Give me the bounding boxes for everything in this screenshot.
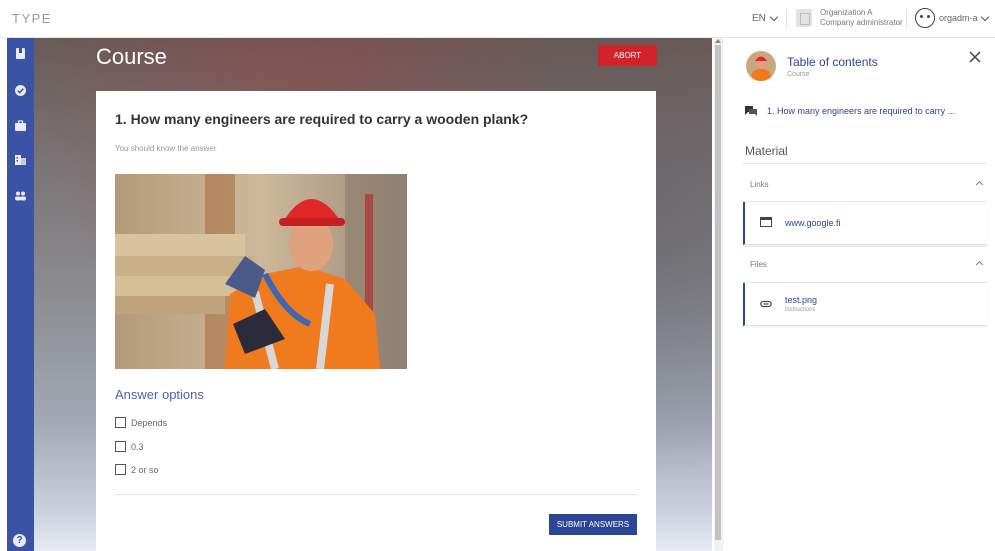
paperclip-icon <box>760 300 772 308</box>
answer-option[interactable]: Depends <box>115 417 167 428</box>
engineer-photo-illustration <box>115 174 407 369</box>
check-circle-icon[interactable] <box>14 84 27 97</box>
chevron-up-icon[interactable] <box>975 180 984 189</box>
language-label: EN <box>752 13 766 24</box>
building-icon[interactable] <box>14 153 27 166</box>
user-name: orgadm-a <box>939 13 978 23</box>
toc-title: Table of contents <box>787 55 878 69</box>
answer-option[interactable]: 0.3 <box>115 441 144 452</box>
toc-item-label: 1. How many engineers are required to ca… <box>767 106 956 116</box>
answer-options-title: Answer options <box>115 387 204 402</box>
section-links-header[interactable]: Links <box>750 180 769 189</box>
question-subtitle: You should know the answer <box>115 144 217 153</box>
question-title: 1. How many engineers are required to ca… <box>115 111 529 127</box>
answer-option-label: 2 or so <box>131 464 159 475</box>
organization-name: Organization A <box>820 8 873 17</box>
engineer-photo <box>115 174 407 369</box>
material-link-item[interactable]: www.google.fi <box>743 202 987 245</box>
answer-option-label: Depends <box>131 417 168 428</box>
checkbox[interactable] <box>115 441 126 452</box>
book-icon[interactable] <box>14 47 27 60</box>
material-file-item[interactable]: test.png instructions <box>743 283 987 326</box>
organization-selector[interactable]: Organization A Company administrator <box>820 8 903 28</box>
question-card: 1. How many engineers are required to ca… <box>96 91 656 551</box>
submit-answers-button[interactable]: SUBMIT ANSWERS <box>549 514 637 535</box>
material-file-label[interactable]: test.png <box>785 295 817 305</box>
briefcase-icon[interactable] <box>14 119 27 132</box>
checkbox[interactable] <box>115 464 126 475</box>
scroll-up-arrow-icon[interactable] <box>715 38 721 44</box>
chevron-down-icon <box>980 12 989 21</box>
answer-option[interactable]: 2 or so <box>115 464 159 475</box>
toc-item-question-1[interactable]: 1. How many engineers are required to ca… <box>745 106 985 116</box>
divider <box>786 9 787 29</box>
user-avatar-icon[interactable] <box>915 8 935 28</box>
brand-logo[interactable]: TYPE <box>12 11 52 26</box>
toc-subtitle: Course <box>787 71 810 78</box>
divider <box>115 494 637 495</box>
organization-role: Company administrator <box>820 18 903 27</box>
answer-option-label: 0.3 <box>131 441 144 452</box>
course-avatar <box>746 51 776 81</box>
chevron-down-icon <box>769 12 779 22</box>
user-menu[interactable]: orgadm-a <box>939 12 989 23</box>
top-bar: TYPE EN Organization A Company administr… <box>0 0 995 38</box>
table-of-contents-panel: Table of contents Course 1. How many eng… <box>722 38 995 551</box>
people-icon[interactable] <box>14 189 27 202</box>
divider <box>742 163 987 164</box>
help-icon[interactable]: ? <box>13 534 26 547</box>
divider <box>742 246 987 247</box>
sidebar: ? <box>7 38 34 551</box>
abort-button[interactable]: ABORT <box>598 45 657 66</box>
checkbox[interactable] <box>115 417 126 428</box>
organization-icon <box>796 9 812 27</box>
close-icon[interactable] <box>968 50 982 64</box>
section-files-header[interactable]: Files <box>750 260 767 269</box>
chevron-up-icon[interactable] <box>975 260 984 269</box>
chat-icon <box>745 106 757 116</box>
material-file-description: instructions <box>785 307 816 313</box>
language-selector[interactable]: EN <box>752 12 779 24</box>
material-link-label[interactable]: www.google.fi <box>785 218 841 228</box>
material-title: Material <box>745 144 788 158</box>
scrollbar-thumb[interactable] <box>715 45 721 540</box>
divider <box>906 9 907 29</box>
page-title: Course <box>96 44 167 69</box>
browser-icon <box>760 217 772 227</box>
course-avatar-illustration <box>746 51 776 81</box>
